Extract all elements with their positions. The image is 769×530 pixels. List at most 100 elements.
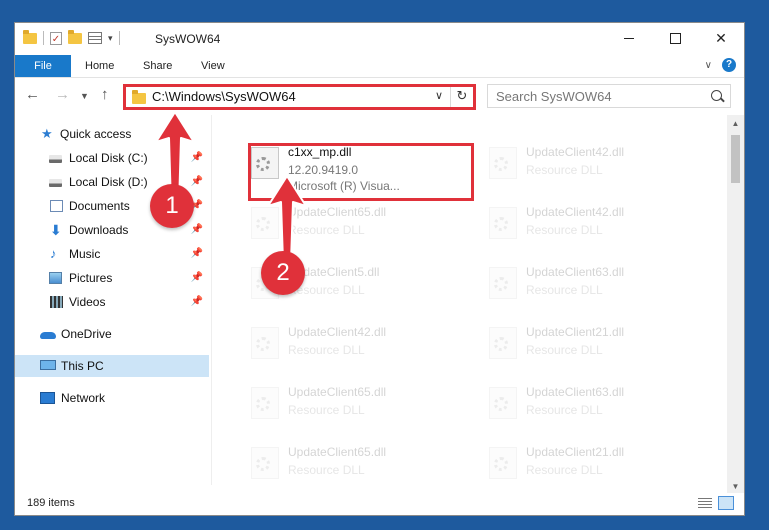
videos-icon [50,296,63,308]
file-description: Resource DLL [526,163,603,177]
details-view-icon[interactable] [698,498,712,509]
address-row: ← → ▼ ↑ C:\Windows\SysWOW64 ∨ ↻ Search S… [15,78,744,112]
sidebar-item-label: Downloads [69,223,129,237]
file-description: Resource DLL [288,403,365,417]
vertical-scrollbar[interactable]: ▲ ▼ [727,115,744,495]
refresh-icon[interactable]: ↻ [450,85,473,107]
tab-view[interactable]: View [187,55,239,77]
pin-icon: 📌 [190,224,203,235]
window-controls: ✕ [606,23,744,53]
file-description: Resource DLL [288,463,365,477]
address-bar[interactable]: C:\Windows\SysWOW64 ∨ ↻ [123,84,474,108]
title-bar: ✓ ▾ SysWOW64 ✕ [15,23,744,55]
file-name: UpdateClient21.dll [526,325,625,339]
tab-file[interactable]: File [15,55,71,77]
documents-icon [50,200,63,212]
gear-icon [256,397,270,411]
search-input[interactable]: Search SysWOW64 [487,84,731,108]
sidebar-item-label: Quick access [60,127,132,141]
file-item[interactable]: UpdateClient63.dll Resource DLL [477,381,707,439]
up-arrow-icon[interactable]: ↑ [101,86,109,103]
scroll-up-icon[interactable]: ▲ [727,115,744,132]
download-icon: ⬇ [50,222,62,238]
tab-home[interactable]: Home [71,55,128,77]
file-item[interactable]: UpdateClient42.dll Resource DLL [477,141,707,199]
help-icon[interactable]: ? [722,58,736,72]
sidebar-item-label: Local Disk (C:) [69,151,148,165]
window-title: SysWOW64 [155,32,221,46]
pin-icon: 📌 [190,272,203,283]
file-name: c1xx_mp.dll [288,145,352,159]
file-item[interactable]: UpdateClient21.dll Resource DLL [477,321,707,379]
file-description: Resource DLL [526,343,603,357]
file-name: UpdateClient42.dll [526,145,625,159]
new-folder-icon[interactable] [68,29,82,44]
ribbon-right-controls: ∨ ? [705,58,736,72]
file-name: UpdateClient42.dll [526,205,625,219]
gear-icon [494,157,508,171]
tiles-view-icon[interactable] [718,496,734,510]
file-item[interactable]: UpdateClient42.dll Resource DLL [477,201,707,259]
file-name: UpdateClient63.dll [526,385,625,399]
pane-divider [211,115,212,485]
file-item[interactable]: UpdateClient65.dll Resource DLL [239,381,469,439]
close-icon: ✕ [715,29,727,46]
minimize-button[interactable] [606,23,652,53]
sidebar-item-pictures[interactable]: Pictures 📌 [15,267,209,289]
forward-arrow-icon[interactable]: → [55,86,70,103]
status-bar: 189 items [15,493,744,515]
sidebar-item-videos[interactable]: Videos 📌 [15,291,209,313]
gear-icon [494,457,508,471]
gear-icon [256,337,270,351]
gear-icon [494,397,508,411]
file-name: UpdateClient65.dll [288,385,387,399]
customize-toolbar-chevron-icon[interactable]: ▾ [108,33,113,44]
address-dropdown-chevron-icon[interactable]: ∨ [435,89,443,102]
star-icon: ★ [41,126,53,141]
folder-icon [132,90,146,104]
file-description: Resource DLL [288,343,365,357]
pin-icon: 📌 [190,296,203,307]
sidebar-item-network[interactable]: Network [15,387,209,409]
quick-access-toolbar: ✓ ▾ [23,29,120,45]
sidebar-item-label: OneDrive [61,327,112,341]
sidebar-item-label: Videos [69,295,106,309]
sidebar-item-onedrive[interactable]: OneDrive [15,323,209,345]
file-explorer-window: ✓ ▾ SysWOW64 ✕ File Home Share View ∨ ? … [14,22,745,516]
scroll-thumb[interactable] [731,135,740,183]
sidebar-item-label: Music [69,247,101,261]
file-name: UpdateClient42.dll [288,325,387,339]
toolbar-divider [43,31,44,45]
search-icon[interactable] [711,90,722,101]
callout-badge-2: 2 [261,251,305,295]
sidebar-item-music[interactable]: ♪ Music 📌 [15,243,209,265]
back-arrow-icon[interactable]: ← [25,86,40,103]
sidebar-item-label: Documents [69,199,130,213]
file-name: UpdateClient65.dll [288,445,387,459]
file-item[interactable]: UpdateClient21.dll Resource DLL [477,441,707,499]
tab-share[interactable]: Share [129,55,186,77]
search-placeholder: Search SysWOW64 [496,89,612,104]
folder-icon[interactable] [23,29,37,44]
gear-icon [494,217,508,231]
file-description: Resource DLL [526,223,603,237]
maximize-button[interactable] [652,23,698,53]
checkmark-icon[interactable]: ✓ [50,31,62,45]
address-path[interactable]: C:\Windows\SysWOW64 [152,89,296,104]
recent-locations-chevron-icon[interactable]: ▼ [80,91,89,101]
item-count: 189 items [27,497,75,509]
file-description: Resource DLL [526,283,603,297]
file-item[interactable]: UpdateClient65.dll Resource DLL [239,441,469,499]
ribbon-tabs: File Home Share View ∨ ? [15,55,744,78]
properties-icon[interactable] [88,32,102,44]
drive-icon [49,155,62,163]
music-icon: ♪ [50,246,57,261]
file-name: UpdateClient63.dll [526,265,625,279]
close-button[interactable]: ✕ [698,23,744,53]
file-item[interactable]: UpdateClient63.dll Resource DLL [477,261,707,319]
expand-ribbon-chevron-icon[interactable]: ∨ [705,60,712,71]
file-name: UpdateClient21.dll [526,445,625,459]
onedrive-icon [40,332,56,339]
file-item[interactable]: UpdateClient42.dll Resource DLL [239,321,469,379]
sidebar-item-this-pc[interactable]: This PC [15,355,209,377]
